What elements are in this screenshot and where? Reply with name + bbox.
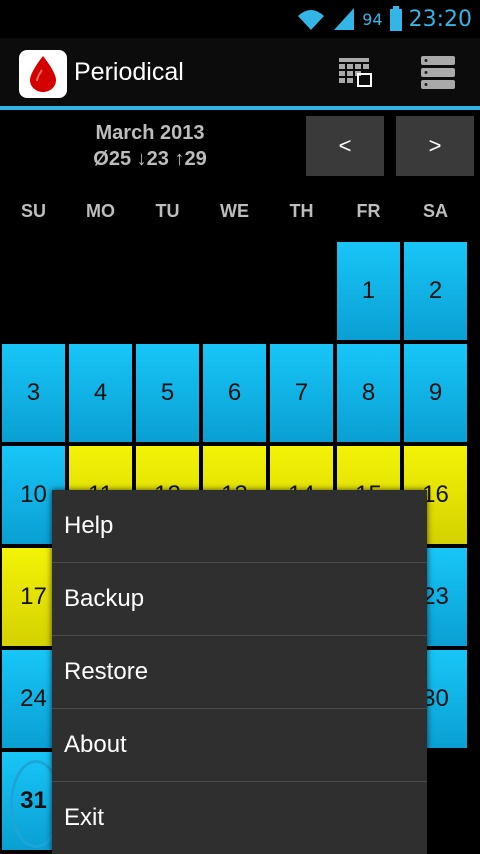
month-title: March 2013 — [95, 122, 205, 144]
overflow-menu-button[interactable] — [414, 48, 462, 96]
weekday-su: SU — [20, 201, 46, 221]
day-cell-1[interactable]: 1 — [337, 242, 400, 340]
menu-item-about[interactable]: About — [52, 709, 427, 781]
day-cell-6[interactable]: 6 — [203, 344, 266, 442]
weekday-fr: FR — [356, 201, 381, 221]
menu-item-backup[interactable]: Backup — [52, 563, 427, 635]
day-cell-5[interactable]: 5 — [136, 344, 199, 442]
status-bar: 94 23:20 — [0, 0, 480, 38]
overflow-list-icon — [421, 56, 455, 89]
day-cell-8[interactable]: 8 — [337, 344, 400, 442]
status-icons: 94 23:20 — [296, 0, 472, 38]
weekday-sa: SA — [422, 201, 448, 221]
cell-signal-icon — [334, 8, 355, 30]
weekday-mo: MO — [86, 201, 115, 221]
next-month-button[interactable]: > — [396, 116, 474, 176]
menu-item-restore[interactable]: Restore — [52, 636, 427, 708]
weekday-tu: TU — [155, 201, 180, 221]
app-title: Periodical — [74, 58, 184, 86]
weekday-we: WE — [220, 201, 249, 221]
cycle-stats: Ø25 ↓23 ↑29 — [93, 148, 207, 170]
wifi-icon — [298, 10, 325, 30]
calendar-button[interactable] — [333, 48, 381, 96]
menu-item-help[interactable]: Help — [52, 490, 427, 562]
battery-level: 94 — [362, 9, 383, 29]
calendar-grid-icon — [339, 58, 372, 87]
weekday-th: TH — [289, 201, 314, 221]
app-logo-icon[interactable] — [19, 50, 67, 98]
battery-icon — [389, 6, 402, 31]
day-cell-9[interactable]: 9 — [404, 344, 467, 442]
blood-drop-icon — [30, 56, 56, 92]
action-bar: Periodical — [0, 38, 480, 110]
day-number: 31 — [20, 787, 47, 814]
clock: 23:20 — [408, 6, 472, 32]
day-cell-7[interactable]: 7 — [270, 344, 333, 442]
prev-month-button[interactable]: < — [306, 116, 384, 176]
day-cell-4[interactable]: 4 — [69, 344, 132, 442]
month-header: March 2013 Ø25 ↓23 ↑29 — [0, 120, 300, 172]
menu-item-exit[interactable]: Exit — [52, 782, 427, 854]
day-cell-2[interactable]: 2 — [404, 242, 467, 340]
day-cell-3[interactable]: 3 — [2, 344, 65, 442]
overflow-menu: Help Backup Restore About Exit — [52, 490, 427, 854]
